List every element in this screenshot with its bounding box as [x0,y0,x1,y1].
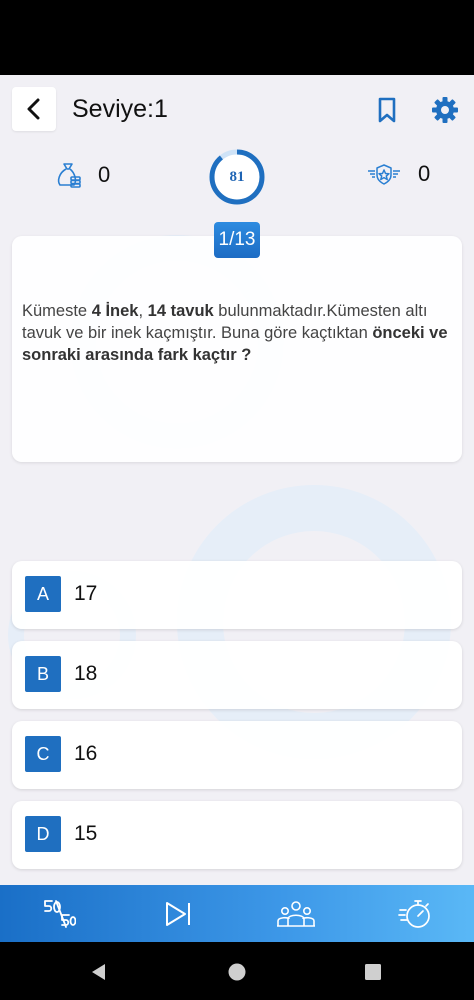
stats-row: 0 81 0 [0,145,474,215]
settings-button[interactable] [430,95,460,125]
status-bar [0,0,474,75]
answer-option-c[interactable]: C 16 [12,721,462,789]
audience-button[interactable] [266,885,326,942]
skip-icon [166,901,190,926]
nav-recents-button[interactable] [361,960,385,984]
triangle-back-icon [92,964,105,980]
fifty-fifty-icon [44,899,76,928]
question-text: Kümeste 4 İnek, 14 tavuk bulunmaktadır.K… [22,300,452,366]
answer-option-d[interactable]: D 15 [12,801,462,869]
chevron-left-icon [27,98,40,120]
bookmark-button[interactable] [374,95,400,125]
shield-star-icon [368,164,400,185]
skip-button[interactable] [148,885,208,942]
badges-stat: 0 [366,161,430,187]
back-button[interactable] [12,87,56,131]
fifty-fifty-button[interactable] [29,885,89,942]
answer-option-b[interactable]: B 18 [12,641,462,709]
answer-value: 18 [74,662,98,685]
system-nav-bar [0,942,474,1000]
question-emphasis: 14 tavuk [147,302,214,320]
question-emphasis: 4 İnek [91,302,139,320]
answer-letter: C [25,736,61,772]
badges-count: 0 [418,161,431,186]
answer-letter: B [25,656,61,692]
question-counter: 1/13 [214,222,260,258]
gear-icon [432,97,458,123]
audience-icon [277,900,315,927]
timer-value: 81 [229,169,245,185]
money-bag-icon [57,163,81,188]
question-segment: , [138,302,148,320]
joker-toolbar [0,885,474,942]
coins-stat: 0 [54,161,110,189]
header: Seviye:1 [0,75,474,145]
page-title: Seviye:1 [72,95,168,123]
extra-time-icon [398,899,430,928]
circle-home-icon [228,963,246,981]
question-segment: Kümeste [22,302,92,320]
countdown-timer: 81 [208,148,266,206]
answer-value: 16 [74,742,98,765]
bookmark-icon [378,97,396,123]
answer-value: 17 [74,582,98,605]
extra-time-button[interactable] [385,885,445,942]
square-recents-icon [365,964,381,980]
question-card: Kümeste 4 İnek, 14 tavuk bulunmaktadır.K… [12,236,462,462]
nav-back-button[interactable] [87,960,111,984]
answer-option-a[interactable]: A 17 [12,561,462,629]
nav-home-button[interactable] [225,960,249,984]
answer-letter: D [25,816,61,852]
answer-letter: A [25,576,61,612]
answer-value: 15 [74,822,98,845]
coins-count: 0 [98,162,111,187]
